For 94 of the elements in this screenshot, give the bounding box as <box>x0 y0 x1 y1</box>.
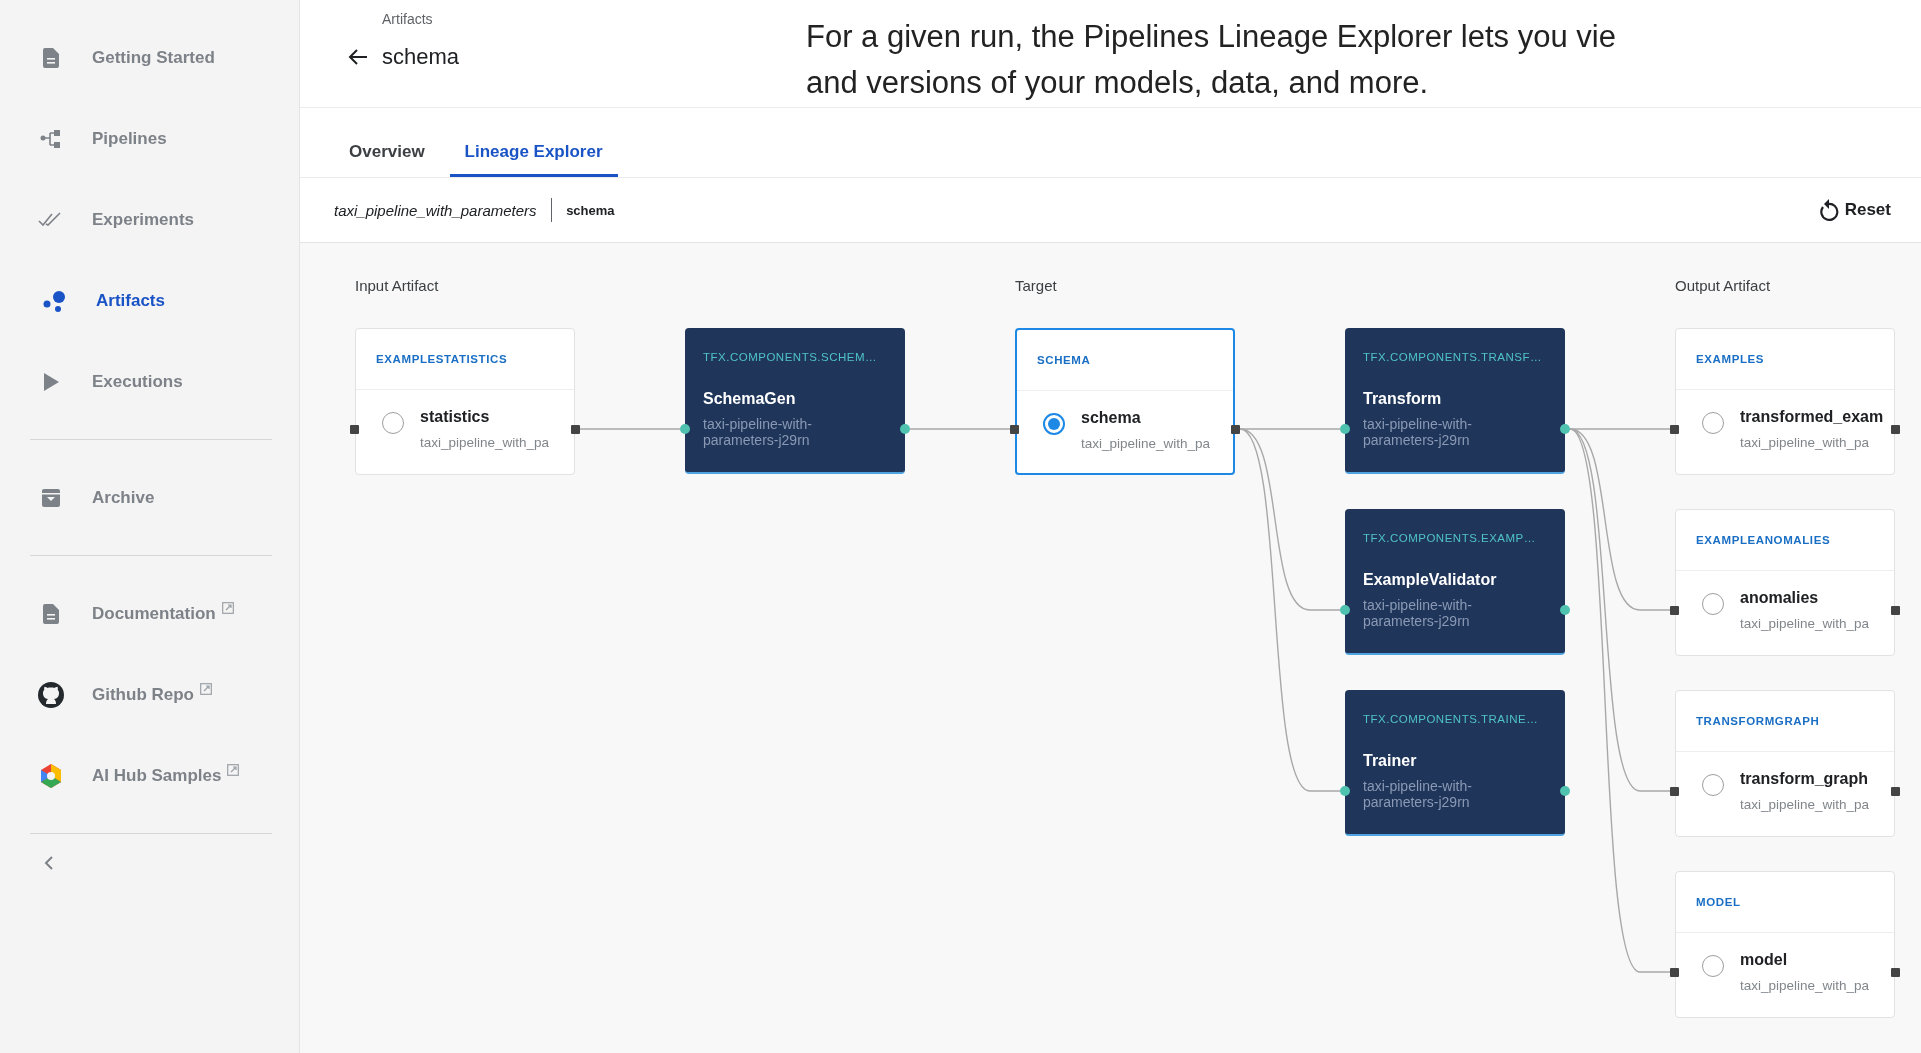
document-icon <box>43 603 59 624</box>
tab[interactable]: Lineage Explorer <box>449 142 618 177</box>
back-arrow-icon[interactable] <box>348 48 368 66</box>
sidebar-item[interactable]: Getting Started <box>0 17 299 98</box>
page-title: schema <box>382 44 460 70</box>
port-handle <box>1670 425 1679 434</box>
sidebar-item[interactable]: AI Hub Samples <box>0 735 299 816</box>
component-type-label: TFX.COMPONENTS.SCHEM… <box>703 350 879 363</box>
artifact-card[interactable]: EXAMPLESTATISTICS statistics taxi_pipeline_with_pa <box>355 328 575 475</box>
run-name: taxi-pipeline-with-parameters-j29rn <box>1363 597 1473 629</box>
sidebar-item[interactable]: Pipelines <box>0 98 299 179</box>
caption-text: For a given run, the Pipelines Lineage Explorer lets you vie <box>806 18 1616 56</box>
port-handle <box>571 425 580 434</box>
artifact-name: schema <box>566 202 615 218</box>
execution-name: Trainer <box>1363 752 1418 770</box>
artifact-name: transformed_exam <box>1740 408 1884 426</box>
port-handle <box>1670 968 1679 977</box>
play-icon <box>43 372 59 391</box>
artifact-card[interactable]: EXAMPLES transformed_exam taxi_pipeline_with_pa <box>1675 328 1895 475</box>
pipeline-name: taxi_pipeline_with_pa <box>1081 436 1211 451</box>
artifact-card[interactable]: TRANSFORMGRAPH transform_graph taxi_pipeline_with_pa <box>1675 690 1895 837</box>
port-handle <box>1891 606 1900 615</box>
execution-card[interactable]: TFX.COMPONENTS.TRAINE… Trainer taxi-pipeline-with-parameters-j29rn <box>1345 690 1565 836</box>
sidebar-item[interactable]: Artifacts <box>0 260 299 341</box>
collapse-chevron-icon[interactable] <box>44 855 54 871</box>
port-handle <box>1891 425 1900 434</box>
artifact-name: transform_graph <box>1740 770 1870 788</box>
port-handle <box>1891 787 1900 796</box>
pipeline-name: taxi_pipeline_with_pa <box>1740 797 1870 812</box>
sidebar-item[interactable]: Executions <box>0 341 299 422</box>
artifact-type-label: EXAMPLEANOMALIES <box>1676 510 1894 571</box>
reset-button[interactable]: Reset <box>1814 195 1895 225</box>
tab[interactable]: Overview <box>334 142 440 177</box>
execution-card[interactable]: TFX.COMPONENTS.EXAMP… ExampleValidator taxi-pipeline-with-parameters-j29rn <box>1345 509 1565 655</box>
archive-icon <box>42 488 60 507</box>
port-handle <box>1231 425 1240 434</box>
artifact-type-label: TRANSFORMGRAPH <box>1676 691 1894 752</box>
cat-logo-icon <box>38 681 64 708</box>
pipeline-name: taxi_pipeline_with_pa <box>1740 978 1870 993</box>
port-handle <box>1340 424 1350 434</box>
double-check-icon <box>38 211 64 228</box>
hexagon-logo-icon <box>39 763 63 788</box>
run-name: taxi-pipeline-with-parameters-j29rn <box>703 416 813 448</box>
sidebar-item[interactable]: Github Repo <box>0 654 299 735</box>
pipeline-name: taxi_pipeline_with_pa <box>1740 435 1871 450</box>
reset-icon <box>1818 199 1839 221</box>
artifact-type-label: MODEL <box>1676 872 1894 933</box>
artifact-name: schema <box>1081 409 1142 427</box>
execution-card[interactable]: TFX.COMPONENTS.TRANSF… Transform taxi-pipeline-with-parameters-j29rn <box>1345 328 1565 474</box>
component-type-label: TFX.COMPONENTS.EXAMP… <box>1363 531 1537 544</box>
artifact-card[interactable]: SCHEMA schema taxi_pipeline_with_pa <box>1015 328 1235 475</box>
port-handle <box>900 424 910 434</box>
port-handle <box>1010 425 1019 434</box>
execution-name: ExampleValidator <box>1363 571 1498 589</box>
port-handle <box>1670 787 1679 796</box>
execution-name: SchemaGen <box>703 390 797 408</box>
artifact-type-label: EXAMPLES <box>1676 329 1894 390</box>
pipeline-icon <box>40 128 62 149</box>
column-heading: Target <box>1015 277 1057 294</box>
port-handle <box>680 424 690 434</box>
port-handle <box>1891 968 1900 977</box>
port-handle <box>350 425 359 434</box>
radio-button[interactable] <box>1043 413 1065 435</box>
artifact-type-label: EXAMPLESTATISTICS <box>356 329 574 390</box>
execution-name: Transform <box>1363 390 1443 408</box>
sidebar-item[interactable]: Archive <box>0 457 299 538</box>
pipeline-name: taxi_pipeline_with_pa <box>1740 616 1870 631</box>
run-name: taxi-pipeline-with-parameters-j29rn <box>1363 778 1473 810</box>
port-handle <box>1560 786 1570 796</box>
pipeline-name: taxi_pipeline_with_parameters <box>334 201 537 219</box>
breadcrumb-link[interactable]: Artifacts <box>382 11 433 27</box>
port-handle <box>1340 605 1350 615</box>
port-handle <box>1670 606 1679 615</box>
column-heading: Input Artifact <box>355 277 439 294</box>
caption-text: and versions of your models, data, and more. <box>806 64 1429 102</box>
artifact-type-label: SCHEMA <box>1017 330 1233 391</box>
dots-icon <box>43 289 67 312</box>
column-heading: Output Artifact <box>1675 277 1771 294</box>
port-handle <box>1560 424 1570 434</box>
artifact-card[interactable]: MODEL model taxi_pipeline_with_pa <box>1675 871 1895 1018</box>
run-name: taxi-pipeline-with-parameters-j29rn <box>1363 416 1473 448</box>
document-icon <box>43 47 59 68</box>
sidebar-item[interactable]: Experiments <box>0 179 299 260</box>
component-type-label: TFX.COMPONENTS.TRAINE… <box>1363 712 1540 725</box>
sidebar-item[interactable]: Documentation <box>0 573 299 654</box>
port-handle <box>1560 605 1570 615</box>
artifact-name: model <box>1740 951 1789 969</box>
component-type-label: TFX.COMPONENTS.TRANSF… <box>1363 350 1544 363</box>
port-handle <box>1340 786 1350 796</box>
artifact-name: anomalies <box>1740 589 1820 607</box>
pipeline-name: taxi_pipeline_with_pa <box>420 435 550 450</box>
execution-card[interactable]: TFX.COMPONENTS.SCHEM… SchemaGen taxi-pipeline-with-parameters-j29rn <box>685 328 905 474</box>
artifact-name: statistics <box>420 408 491 426</box>
artifact-card[interactable]: EXAMPLEANOMALIES anomalies taxi_pipeline_with_pa <box>1675 509 1895 656</box>
